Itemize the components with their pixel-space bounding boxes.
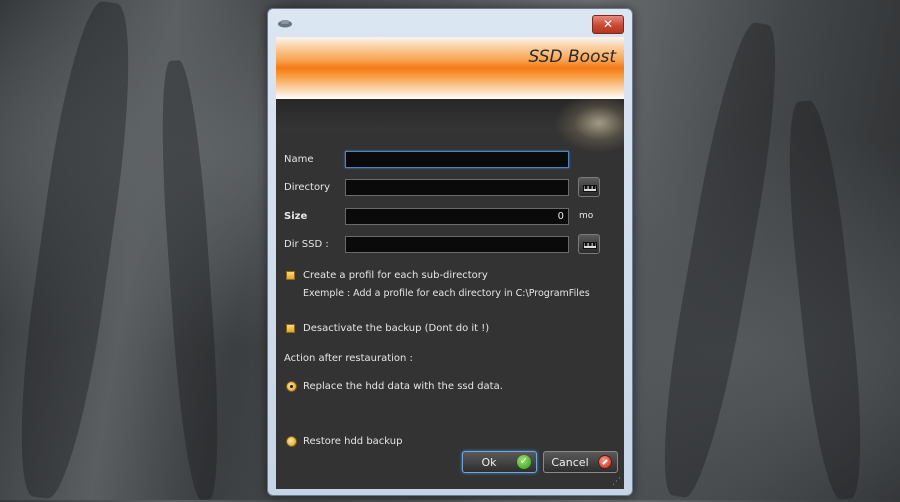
name-input[interactable] <box>345 151 569 168</box>
browse-icon: ▪▪▪ <box>583 241 597 249</box>
dir-ssd-browse-button[interactable]: ▪▪▪ <box>578 234 600 254</box>
action-heading: Action after restauration : <box>284 353 413 364</box>
restore-radio-label: Restore hdd backup <box>303 436 403 447</box>
cancel-button[interactable]: Cancel <box>543 451 618 473</box>
banner-title: SSD Boost <box>528 47 616 67</box>
app-icon <box>278 20 292 28</box>
checkmark-icon: ✓ <box>517 455 531 469</box>
size-label: Size <box>284 211 308 222</box>
size-unit: mo <box>579 211 594 221</box>
create-profile-label: Create a profil for each sub-directory <box>303 270 488 281</box>
cancel-button-label: Cancel <box>551 456 589 469</box>
title-bar[interactable]: ✕ <box>268 9 632 37</box>
directory-browse-button[interactable]: ▪▪▪ <box>578 177 600 197</box>
restore-radio[interactable] <box>286 436 297 447</box>
deactivate-backup-checkbox[interactable] <box>286 324 295 333</box>
create-profile-hint: Exemple : Add a profile for each directo… <box>303 288 590 299</box>
ssd-boost-window: ✕ SSD Boost Name Directory ▪▪▪ Size mo D… <box>267 8 633 496</box>
ok-button[interactable]: Ok ✓ <box>462 451 537 473</box>
directory-label: Directory <box>284 182 331 193</box>
deactivate-backup-label: Desactivate the backup (Dont do it !) <box>303 323 490 334</box>
name-label: Name <box>284 154 314 165</box>
dir-ssd-input[interactable] <box>345 236 569 253</box>
size-input[interactable] <box>345 208 569 225</box>
dir-ssd-label: Dir SSD : <box>284 239 329 250</box>
browse-icon: ▪▪▪ <box>583 184 597 192</box>
create-profile-checkbox[interactable] <box>286 271 295 280</box>
cancel-icon <box>598 455 612 469</box>
ok-button-label: Ok <box>481 456 497 469</box>
directory-input[interactable] <box>345 179 569 196</box>
header-banner: SSD Boost <box>276 37 624 99</box>
replace-radio[interactable] <box>286 381 297 392</box>
resize-grip-icon[interactable]: ⋰ <box>612 477 622 487</box>
replace-radio-label: Replace the hdd data with the ssd data. <box>303 381 503 392</box>
glow-decoration <box>554 93 624 153</box>
dialog-body: SSD Boost Name Directory ▪▪▪ Size mo Dir… <box>276 37 624 489</box>
close-button[interactable]: ✕ <box>592 15 624 34</box>
